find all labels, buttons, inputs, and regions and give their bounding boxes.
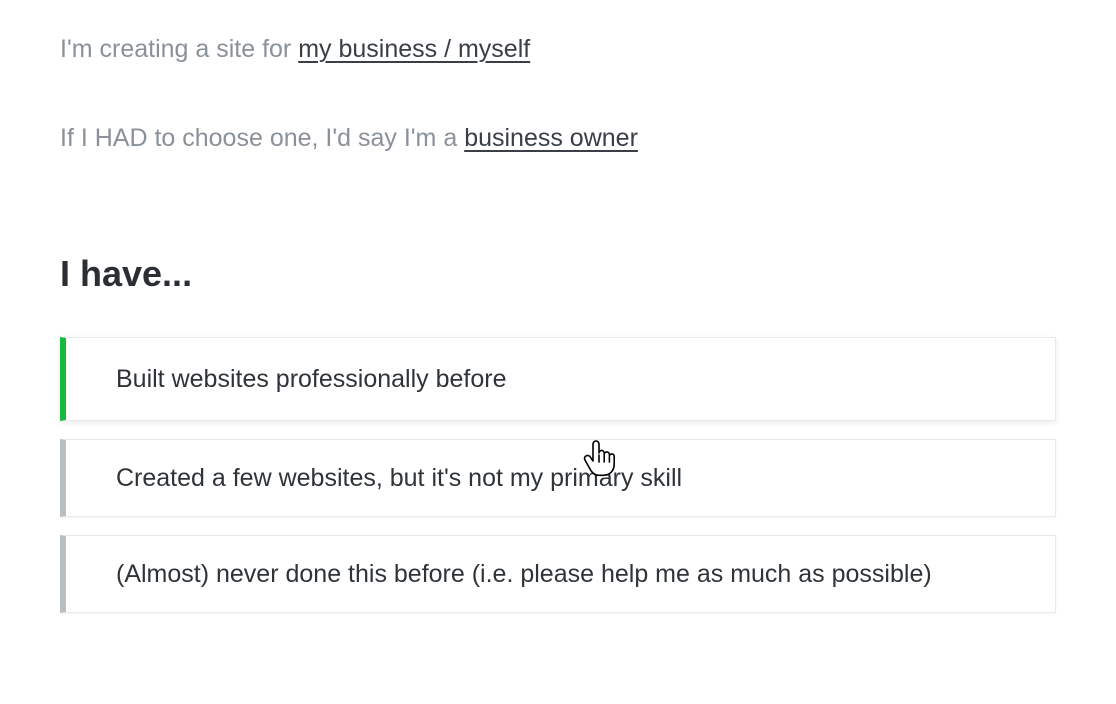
experience-heading: I have... [60, 253, 1056, 295]
experience-options: Built websites professionally before Cre… [60, 337, 1056, 613]
option-beginner[interactable]: (Almost) never done this before (i.e. pl… [60, 535, 1056, 613]
intro-line-2: If I HAD to choose one, I'd say I'm a bu… [60, 124, 1056, 153]
intro-1-prefix: I'm creating a site for [60, 35, 298, 63]
intro-1-link[interactable]: my business / myself [298, 35, 530, 63]
intro-2-link[interactable]: business owner [464, 124, 638, 152]
intro-line-1: I'm creating a site for my business / my… [60, 35, 1056, 64]
option-label: Created a few websites, but it's not my … [116, 464, 682, 493]
option-professional[interactable]: Built websites professionally before [60, 337, 1056, 421]
option-label: (Almost) never done this before (i.e. pl… [116, 560, 932, 589]
intro-2-prefix: If I HAD to choose one, I'd say I'm a [60, 124, 464, 152]
option-some-experience[interactable]: Created a few websites, but it's not my … [60, 439, 1056, 517]
option-label: Built websites professionally before [116, 365, 506, 394]
